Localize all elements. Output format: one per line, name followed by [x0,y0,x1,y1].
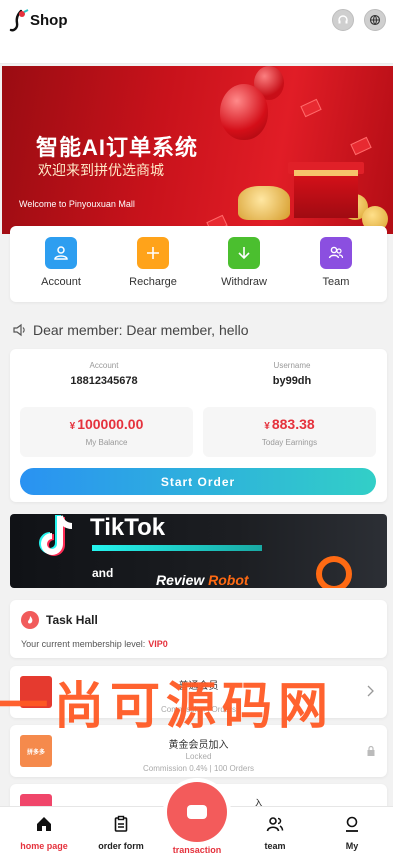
nav-team-label: team [264,841,286,851]
balance-stat: ¥100000.00 My Balance [20,407,193,457]
logo-icon [9,9,29,32]
brand-title: Shop [30,12,68,29]
task-hall-title: Task Hall [46,613,98,627]
notice-text: Dear member: Dear member, hello [33,322,249,338]
recharge-action-label: Recharge [129,276,177,288]
chevron-right-icon [367,685,374,697]
robot-word: Robot [208,572,249,588]
review-robot-text: Review Robot [156,572,249,588]
team-action-button[interactable]: Team [306,237,366,288]
withdraw-action-button[interactable]: Withdraw [214,237,274,288]
gift-box-decoration [294,170,358,218]
account-action-button[interactable]: Account [31,237,91,288]
headset-icon [338,15,348,24]
membership-status: Locked [185,752,212,761]
language-button[interactable] [364,9,386,31]
task-hall-card: Task Hall Your current membership level:… [10,600,387,658]
team-icon [328,246,344,259]
transaction-fab-button[interactable] [163,778,231,846]
lock-icon [367,745,375,756]
red-envelope-decoration [300,98,322,118]
team-action-label: Team [322,276,350,288]
banner-subtitle: 欢迎来到拼优选商城 [38,162,164,178]
account-info: Account 18812345678 [10,361,198,387]
nav-transaction-label: transaction [172,845,222,854]
teal-bar-decoration [92,545,262,551]
robot-icon [316,556,352,588]
membership-level: Your current membership level: VIP0 [21,639,168,649]
balance-caption: My Balance [85,438,128,447]
account-value: 18812345678 [70,375,138,387]
membership-commission: Commission 0.4% | 100 Orders [142,764,254,773]
speaker-icon [13,323,25,337]
tiktok-logo-icon [39,515,73,556]
recharge-action-button[interactable]: Recharge [123,237,183,288]
banner-welcome-text: Welcome to Pinyouxuan Mall [19,199,135,209]
nav-team[interactable]: team [245,815,305,851]
membership-level-label: Your current membership level: [21,639,146,649]
quick-actions: Account Recharge Withdraw Team [10,226,387,302]
banner-title: 智能AI订单系统 [36,135,199,160]
balloon-decoration [220,84,268,140]
shop-home-page: Shop 智能AI订单系统 欢迎来到拼优选商城 Welcome to Pinyo… [0,0,393,854]
profile-icon [346,816,358,832]
nav-home-label: home page [20,841,68,851]
nav-order-label: order form [98,841,144,851]
start-order-button[interactable]: Start Order [20,468,376,495]
promo-and-text: and [92,566,114,580]
customer-service-button[interactable] [332,9,354,31]
account-caption: Account [89,361,119,370]
plus-icon [147,247,159,259]
clipboard-icon [114,815,128,832]
currency-symbol: ¥ [69,421,76,432]
tiktok-wordmark: TikTok [90,514,166,541]
account-action-label: Account [41,276,81,288]
watermark: 一尚可源码网 [0,678,334,734]
notice-bar[interactable]: Dear member: Dear member, hello [12,320,382,340]
top-header: Shop [0,0,393,64]
tiktok-review-robot-banner[interactable]: TikTok and Review Robot [10,514,387,588]
user-icon [54,246,68,260]
membership-name: 黄金会员加入 [168,740,229,751]
username-info: Username by99dh [198,361,386,387]
earnings-stat: ¥883.38 Today Earnings [203,407,376,457]
username-caption: Username [273,361,311,370]
currency-symbol: ¥ [264,421,270,432]
home-icon [37,817,51,831]
nav-order-form[interactable]: order form [91,815,151,851]
nav-home[interactable]: home page [14,815,74,851]
balance-value: 100000.00 [77,416,144,432]
membership-level-value: VIP0 [148,639,168,649]
withdraw-action-label: Withdraw [221,276,267,288]
download-icon [238,247,250,260]
earnings-value: 883.38 [271,416,315,432]
nav-my[interactable]: My [322,815,382,851]
account-summary-card: Account 18812345678 Username by99dh ¥100… [10,349,387,502]
username-value: by99dh [272,375,312,387]
red-envelope-decoration [350,136,372,156]
globe-icon [369,14,381,26]
promo-banner[interactable]: 智能AI订单系统 欢迎来到拼优选商城 Welcome to Pinyouxuan… [2,66,393,234]
nav-my-label: My [345,841,359,851]
earnings-caption: Today Earnings [261,438,318,447]
team-icon [266,817,284,832]
flame-icon [21,611,39,629]
gold-ingot-decoration [238,186,290,220]
ticket-icon [187,805,207,819]
review-word: Review [156,572,205,588]
